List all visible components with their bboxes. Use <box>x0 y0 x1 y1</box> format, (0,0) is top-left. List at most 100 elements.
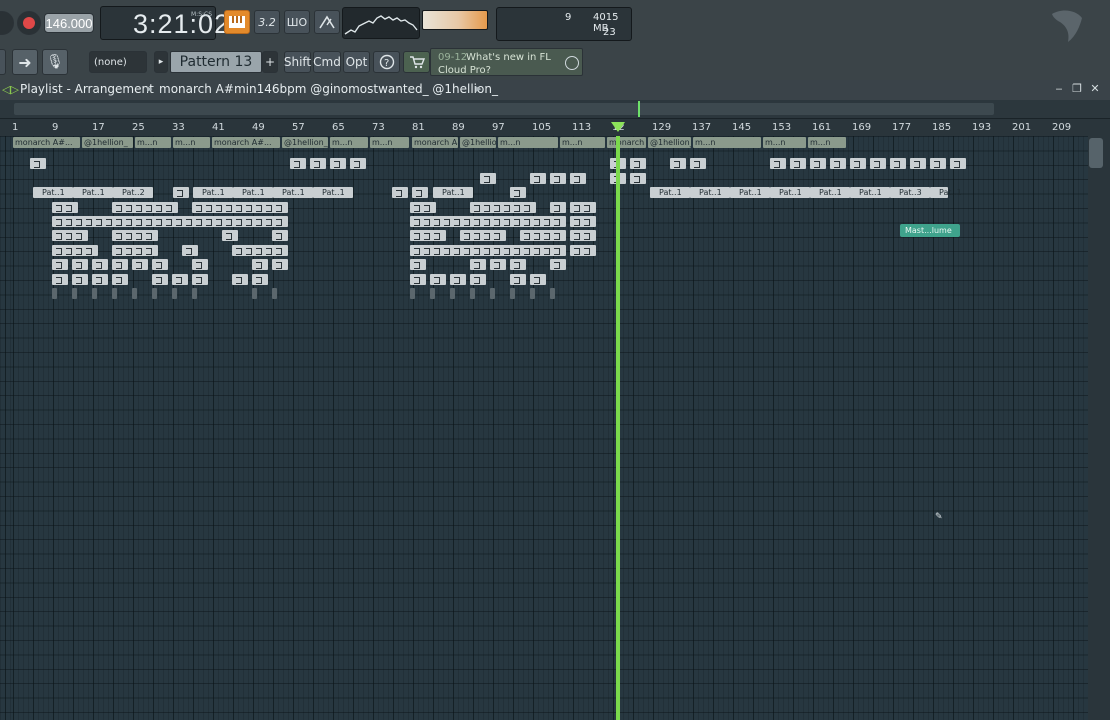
pattern-clip[interactable] <box>290 158 306 170</box>
pattern-clip[interactable] <box>510 187 526 199</box>
pattern-clip[interactable] <box>550 216 566 227</box>
pattern-clip[interactable] <box>272 259 288 271</box>
pattern-clip[interactable] <box>430 273 446 285</box>
record-button[interactable] <box>17 11 41 35</box>
pattern-clip[interactable] <box>62 201 78 213</box>
song-marker[interactable]: m...n <box>498 137 558 148</box>
pattern-clip[interactable] <box>580 201 596 213</box>
pattern-clip[interactable] <box>480 172 496 184</box>
pattern-clip[interactable]: Pat..1 <box>273 187 313 199</box>
pattern-clip[interactable] <box>350 158 366 170</box>
pattern-clip[interactable]: Pat..1 <box>433 187 473 199</box>
next-window-button[interactable]: ➜ <box>12 49 38 75</box>
pattern-clip[interactable] <box>450 273 466 285</box>
clip-stub[interactable] <box>272 288 277 299</box>
pattern-clip[interactable] <box>490 259 506 271</box>
song-marker[interactable]: monarch A#... <box>607 137 646 148</box>
song-marker[interactable]: m...n <box>763 137 806 148</box>
pattern-clip[interactable] <box>910 158 926 170</box>
pattern-clip[interactable] <box>92 273 108 285</box>
pattern-clip[interactable] <box>930 158 946 170</box>
pattern-clip[interactable] <box>410 259 426 271</box>
song-marker[interactable]: m...n <box>808 137 846 148</box>
vertical-scrollbar-thumb[interactable] <box>1089 138 1103 168</box>
help-button[interactable]: ? <box>373 51 400 73</box>
pattern-clip[interactable] <box>550 244 566 256</box>
pattern-clip[interactable] <box>490 230 506 242</box>
clip-stub[interactable] <box>490 288 495 299</box>
pattern-clip[interactable] <box>412 187 428 199</box>
pattern-clip[interactable] <box>950 158 966 170</box>
pattern-clip[interactable]: Pat..1 <box>850 187 890 199</box>
pattern-clip[interactable] <box>420 201 436 213</box>
typing-keyboard-button[interactable]: 3.2 <box>254 10 280 34</box>
song-marker[interactable]: @1hellion_ <box>282 137 328 148</box>
pattern-clip[interactable] <box>530 273 546 285</box>
pattern-clip[interactable]: Pat..1 <box>33 187 73 199</box>
pattern-clip[interactable]: Pat..2 <box>113 187 153 199</box>
pattern-clip[interactable] <box>830 158 846 170</box>
pattern-clip[interactable] <box>232 273 248 285</box>
song-marker[interactable]: @1hellion_ <box>460 137 496 148</box>
clip-stub[interactable] <box>470 288 475 299</box>
opt-button[interactable]: Opt <box>343 51 370 73</box>
song-marker[interactable]: m...n <box>693 137 761 148</box>
song-marker[interactable]: monarch A#... <box>13 137 80 148</box>
pattern-clip[interactable]: Pat..3 <box>890 187 930 199</box>
pattern-clip[interactable] <box>72 259 88 271</box>
song-marker[interactable]: m...n <box>560 137 605 148</box>
clip-stub[interactable] <box>450 288 455 299</box>
shift-button[interactable]: Shift <box>284 51 311 73</box>
pattern-clip[interactable] <box>112 273 128 285</box>
piano-roll-mode-button[interactable] <box>224 10 250 34</box>
pattern-clip[interactable] <box>520 201 536 213</box>
toolbar-edge-button[interactable] <box>0 49 6 75</box>
song-marker[interactable]: monarch A#... <box>212 137 280 148</box>
play-button[interactable] <box>0 11 14 35</box>
pattern-clip[interactable] <box>172 273 188 285</box>
pattern-clip[interactable] <box>52 273 68 285</box>
clip-stub[interactable] <box>252 288 257 299</box>
pattern-clip[interactable] <box>162 201 178 213</box>
minimize-icon[interactable]: ‒ <box>1053 83 1065 95</box>
clip-stub[interactable] <box>172 288 177 299</box>
pattern-clip[interactable] <box>182 244 198 256</box>
pattern-clip[interactable] <box>410 273 426 285</box>
pattern-clip[interactable] <box>142 244 158 256</box>
pattern-clip[interactable]: Pat..1 <box>233 187 273 199</box>
pattern-clip[interactable] <box>580 230 596 242</box>
pattern-clip[interactable] <box>272 244 288 256</box>
step-edit-button[interactable]: ШO <box>284 10 310 34</box>
overview-scrollbar[interactable] <box>14 103 994 115</box>
cmd-button[interactable]: Cmd <box>313 51 341 73</box>
pattern-clip[interactable] <box>690 158 706 170</box>
pattern-clip[interactable] <box>252 273 268 285</box>
pattern-clip[interactable] <box>310 158 326 170</box>
pattern-clip[interactable] <box>142 230 158 242</box>
pattern-clip[interactable] <box>252 259 268 271</box>
pattern-clip[interactable] <box>52 259 68 271</box>
pattern-clip[interactable] <box>430 230 446 242</box>
pattern-clip[interactable] <box>112 259 128 271</box>
vertical-scrollbar[interactable] <box>1088 119 1110 720</box>
pattern-clip[interactable] <box>30 158 46 170</box>
song-menu-arrow[interactable]: ▸ <box>476 82 482 95</box>
pattern-clip[interactable]: Pat..1 <box>810 187 850 199</box>
pattern-clip[interactable]: Pat..1 <box>930 187 962 199</box>
pattern-clip[interactable] <box>72 230 88 242</box>
pattern-clip[interactable] <box>630 158 646 170</box>
pattern-clip[interactable] <box>152 273 168 285</box>
automation-clip[interactable]: Mast...lume <box>900 224 960 237</box>
pattern-clip[interactable] <box>570 172 586 184</box>
pattern-clip[interactable] <box>580 244 596 256</box>
pattern-clip[interactable] <box>510 273 526 285</box>
pattern-clip[interactable] <box>810 158 826 170</box>
pattern-clip[interactable] <box>890 158 906 170</box>
pattern-clip[interactable] <box>550 172 566 184</box>
pattern-clip[interactable] <box>272 216 288 227</box>
shop-button[interactable] <box>403 51 430 73</box>
pattern-clip[interactable] <box>580 216 596 227</box>
pattern-clip[interactable] <box>272 201 288 213</box>
clip-stub[interactable] <box>410 288 415 299</box>
arrangement-overview[interactable] <box>0 100 1110 119</box>
